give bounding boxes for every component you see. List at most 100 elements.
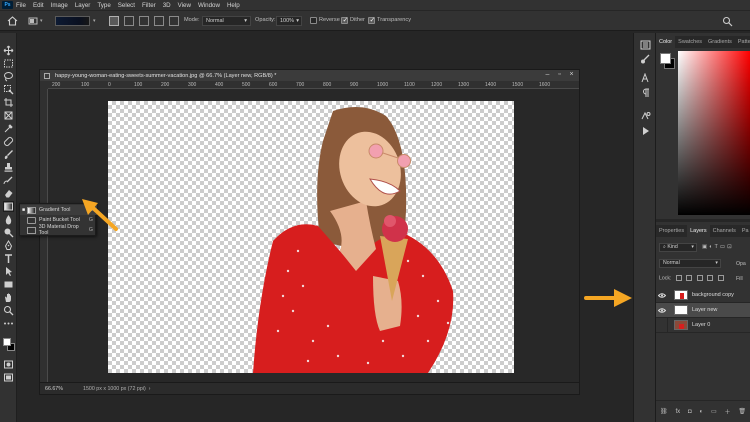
close-icon[interactable]: × — [567, 71, 576, 80]
dither-checkbox[interactable] — [341, 16, 348, 24]
zoom-tool-icon[interactable] — [3, 305, 14, 316]
image-canvas[interactable] — [108, 101, 514, 373]
reflected-gradient-button[interactable] — [154, 16, 164, 26]
visibility-eye-icon[interactable] — [656, 303, 668, 318]
paragraph-panel-icon[interactable] — [640, 88, 651, 98]
linear-gradient-button[interactable] — [109, 16, 119, 26]
visibility-toggle-empty[interactable] — [656, 317, 668, 333]
actions-play-icon[interactable] — [640, 126, 651, 136]
menu-edit[interactable]: Edit — [33, 2, 44, 9]
lock-artboard-icon[interactable] — [707, 275, 714, 281]
blur-tool-icon[interactable] — [3, 214, 14, 225]
hand-tool-icon[interactable] — [3, 292, 14, 303]
transparency-checkbox[interactable] — [368, 16, 375, 24]
character-panel-icon[interactable] — [640, 73, 651, 83]
frame-tool-icon[interactable] — [3, 110, 14, 121]
screen-mode-icon[interactable] — [3, 372, 14, 383]
dodge-tool-icon[interactable] — [3, 227, 14, 238]
adjustment-icon[interactable]: ◐ — [699, 409, 703, 415]
fx-icon[interactable]: fx — [675, 409, 680, 415]
menu-file[interactable]: File — [16, 2, 26, 9]
trash-icon[interactable]: 🗑 — [738, 408, 746, 415]
diamond-gradient-button[interactable] — [169, 16, 179, 26]
eraser-tool-icon[interactable] — [3, 188, 14, 199]
glyphs-panel-icon[interactable] — [640, 111, 651, 121]
tab-gradients[interactable]: Gradients — [705, 36, 735, 48]
lock-transparent-icon[interactable] — [675, 275, 682, 281]
healing-brush-tool-icon[interactable] — [3, 136, 14, 147]
eyedropper-tool-icon[interactable] — [3, 123, 14, 134]
lock-all-icon[interactable] — [717, 275, 724, 281]
object-selection-tool-icon[interactable] — [3, 84, 14, 95]
tab-swatches[interactable]: Swatches — [675, 36, 705, 48]
menu-filter[interactable]: Filter — [142, 2, 156, 9]
menu-help[interactable]: Help — [227, 2, 240, 9]
menu-layer[interactable]: Layer — [75, 2, 90, 9]
visibility-eye-icon[interactable] — [656, 288, 668, 303]
crop-tool-icon[interactable] — [3, 97, 14, 108]
brushes-panel-icon[interactable] — [640, 54, 651, 64]
clone-stamp-tool-icon[interactable] — [3, 162, 14, 173]
tool-preset-chevron-icon[interactable]: ▾ — [40, 18, 43, 24]
menu-view[interactable]: View — [178, 2, 191, 9]
mask-icon[interactable]: ◘ — [688, 409, 692, 415]
tab-paths[interactable]: Pa — [739, 225, 750, 237]
quick-mask-icon[interactable] — [3, 359, 14, 370]
rectangle-tool-icon[interactable] — [3, 279, 14, 290]
brush-tool-icon[interactable] — [3, 149, 14, 160]
color-picker-field[interactable] — [678, 51, 750, 215]
link-icon[interactable]: ⛓ — [660, 408, 668, 415]
history-panel-icon[interactable] — [640, 40, 651, 50]
tool-preset-icon[interactable] — [28, 15, 38, 27]
tab-color[interactable]: Color — [656, 36, 676, 48]
menu-window[interactable]: Window — [198, 2, 220, 9]
gradient-picker-chevron-icon[interactable]: ▾ — [93, 18, 96, 24]
path-selection-tool-icon[interactable] — [3, 266, 14, 277]
document-tab[interactable]: happy-young-woman-eating-sweets-summer-v… — [40, 70, 579, 81]
menu-3d[interactable]: 3D — [163, 2, 171, 9]
lock-pixels-icon[interactable] — [686, 275, 693, 281]
group-icon[interactable]: ▭ — [711, 408, 717, 415]
edit-toolbar-icon[interactable] — [3, 318, 14, 329]
minimize-icon[interactable]: – — [543, 71, 552, 80]
blend-mode-select[interactable]: Normal ▾ — [659, 259, 721, 268]
ruler-corner — [40, 81, 48, 89]
opacity-input[interactable]: 100% ▾ — [276, 16, 302, 26]
zoom-level[interactable]: 66.67% — [45, 386, 71, 392]
layer-row-background-copy[interactable]: background copy — [656, 288, 750, 303]
tab-layers[interactable]: Layers — [687, 225, 710, 237]
marquee-tool-icon[interactable] — [3, 58, 14, 69]
canvas-area[interactable] — [48, 90, 579, 382]
menu-image[interactable]: Image — [51, 2, 68, 9]
search-icon[interactable] — [722, 16, 733, 27]
lock-row: Lock: — [659, 275, 724, 281]
color-foreground-swatch[interactable] — [660, 53, 671, 64]
layer-filter-kind[interactable]: ⌕ Kind ▾ — [659, 243, 697, 252]
menu-type[interactable]: Type — [97, 2, 110, 9]
layer-row-layer-0[interactable]: Layer 0 — [656, 317, 750, 333]
mode-select[interactable]: Normal ▾ — [202, 16, 251, 26]
home-icon[interactable] — [7, 16, 18, 26]
tab-channels[interactable]: Channels — [710, 225, 739, 237]
history-brush-tool-icon[interactable] — [3, 175, 14, 186]
tab-patterns[interactable]: Patte — [735, 36, 750, 48]
lasso-tool-icon[interactable] — [3, 71, 14, 82]
reverse-checkbox[interactable] — [310, 17, 317, 24]
status-menu-chevron-icon[interactable]: › — [149, 386, 151, 392]
menu-select[interactable]: Select — [118, 2, 135, 9]
tab-properties[interactable]: Properties — [656, 225, 687, 237]
gradient-tool-icon[interactable] — [3, 201, 14, 212]
pen-tool-icon[interactable] — [3, 240, 14, 251]
horizontal-ruler[interactable]: 200 100 0 100 200 300 400 500 600 700 80… — [48, 81, 579, 89]
layer-filter-icons[interactable]: ▣◐T▭⊡ — [702, 244, 734, 250]
layer-row-layer-new[interactable]: Layer new — [656, 303, 750, 318]
move-tool-icon[interactable] — [3, 45, 14, 56]
new-layer-icon[interactable]: ＋ — [725, 407, 731, 416]
gradient-picker[interactable] — [55, 16, 90, 26]
angle-gradient-button[interactable] — [139, 16, 149, 26]
type-tool-icon[interactable] — [3, 253, 14, 264]
lock-position-icon[interactable] — [696, 275, 703, 281]
maximize-icon[interactable]: ▫ — [555, 71, 564, 80]
radial-gradient-button[interactable] — [124, 16, 134, 26]
foreground-color-swatch[interactable] — [3, 338, 11, 346]
